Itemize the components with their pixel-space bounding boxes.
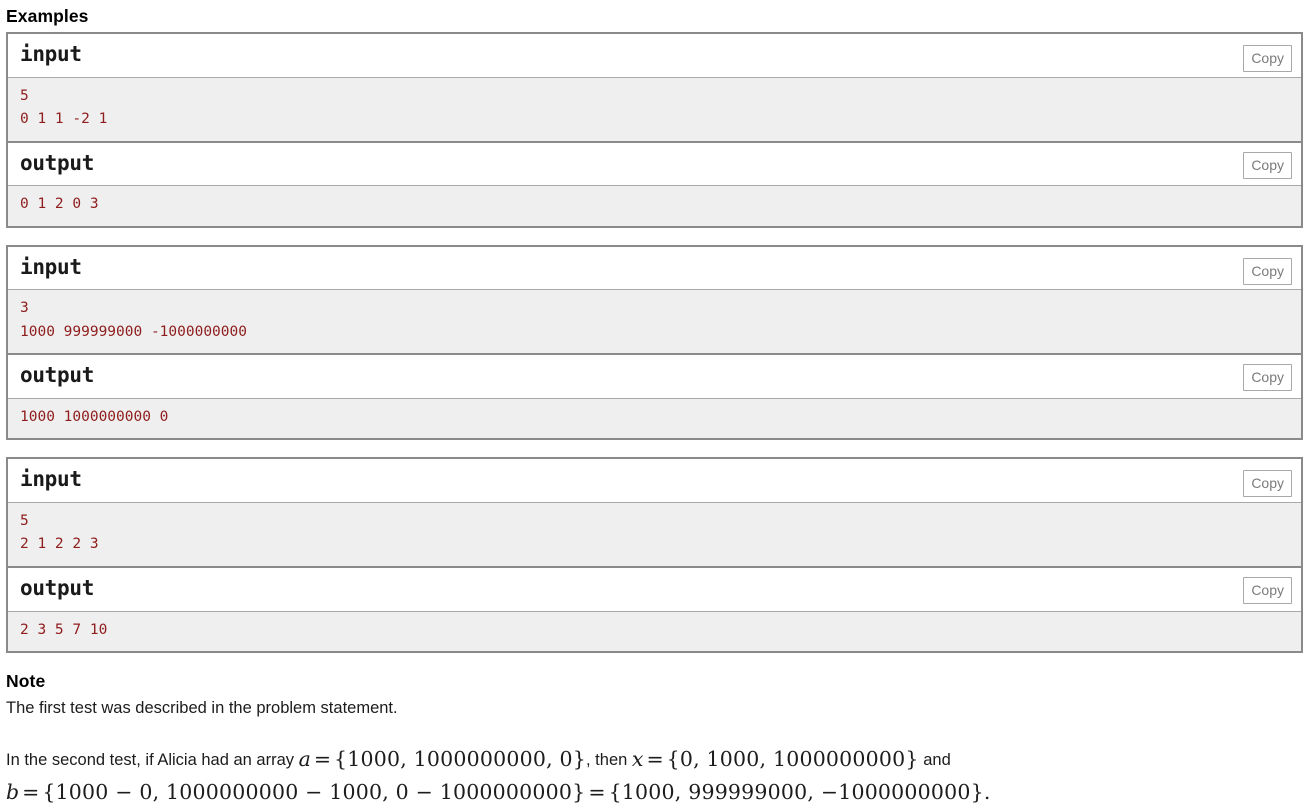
math-set-x: {0, 1000, 1000000000} [666,746,919,771]
math-set-a: {1000, 1000000000, 0} [334,746,587,771]
copy-output-button-2[interactable]: Copy [1243,364,1292,392]
input-section-3: input Copy 5 2 1 2 2 3 [8,459,1301,566]
note-paragraph-1: The first test was described in the prob… [6,699,398,718]
math-var-x: x [631,746,644,771]
math-equals-4: = [588,780,606,805]
note-and-text: and [918,750,951,769]
output-section-3: output Copy 2 3 5 7 10 [8,565,1301,652]
note-math-line-1: In the second test, if Alicia had an arr… [6,743,1303,776]
input-section-1: input Copy 5 0 1 1 -2 1 [8,34,1301,141]
copy-input-button-2[interactable]: Copy [1243,257,1292,285]
math-var-a: a [298,746,311,771]
math-equals-2: = [646,746,664,771]
input-section-2: input Copy 3 1000 999999000 -1000000000 [8,246,1301,354]
copy-output-button-1[interactable]: Copy [1243,151,1292,179]
input-data-2: 3 1000 999999000 -1000000000 [8,289,1301,354]
output-data-1: 0 1 2 0 3 [8,185,1301,226]
output-section-1: output Copy 0 1 2 0 3 [8,140,1301,226]
note-then-text: , then [586,750,632,769]
math-var-b: b [6,780,20,805]
sample-test-3: input Copy 5 2 1 2 2 3 output Copy 2 3 5… [6,457,1303,654]
input-data-3: 5 2 1 2 2 3 [8,501,1301,566]
note-paragraph-2: In the second test, if Alicia had an arr… [6,743,1303,809]
note-heading: Note [6,671,46,692]
output-data-3: 2 3 5 7 10 [8,610,1301,652]
input-label-2: input [8,246,1301,290]
input-label-3: input [8,459,1301,502]
problem-examples-page: Examples input Copy 5 0 1 1 -2 1 output … [0,6,1309,809]
note-block: Note The first test was described in the… [6,671,1303,809]
output-label-3: output [8,565,1301,611]
math-period: . [983,780,991,805]
output-data-2: 1000 1000000000 0 [8,397,1301,439]
note-math-line-2: b = {1000 − 0, 1000000000 − 1000, 0 − 1000… [6,776,1303,809]
output-section-2: output Copy 1000 1000000000 0 [8,353,1301,439]
note-lead-text: In the second test, if Alicia had an arr… [6,750,299,769]
sample-test-1: input Copy 5 0 1 1 -2 1 output Copy 0 1 … [6,32,1303,228]
copy-output-button-3[interactable]: Copy [1243,576,1292,604]
math-equals-3: = [22,780,40,805]
sample-test-2: input Copy 3 1000 999999000 -1000000000 … [6,244,1303,441]
math-equals-1: = [313,746,332,771]
copy-input-button-1[interactable]: Copy [1243,45,1292,72]
copy-input-button-3[interactable]: Copy [1243,470,1292,498]
input-label-1: input [8,34,1301,77]
examples-heading: Examples [6,6,89,26]
sample-tests-container: input Copy 5 0 1 1 -2 1 output Copy 0 1 … [6,32,1303,654]
output-label-2: output [8,353,1301,398]
math-set-b-expression: {1000 − 0, 1000000000 − 1000, 0 − 100000… [42,780,586,805]
input-data-1: 5 0 1 1 -2 1 [8,76,1301,141]
output-label-1: output [8,140,1301,186]
math-set-b-value: {1000, 999999000, −1000000000} [608,780,984,805]
